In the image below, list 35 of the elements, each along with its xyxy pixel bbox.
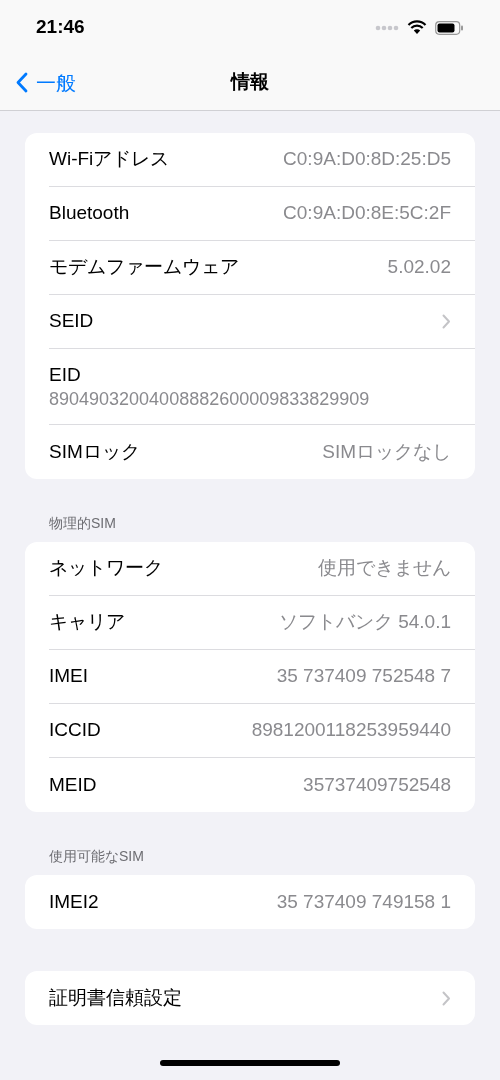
back-button[interactable]: 一般 [0, 67, 76, 98]
chevron-icon [442, 990, 451, 1006]
row-label: モデムファームウェア [49, 255, 239, 280]
row-value: 89049032004008882600009833829909 [49, 387, 371, 411]
settings-row[interactable]: SEID [49, 295, 475, 349]
row-value: C0:9A:D0:8E:5C:2F [283, 201, 451, 226]
row-value: 5.02.02 [387, 255, 451, 280]
row-label: SIMロック [49, 439, 140, 464]
row-value: 使用できません [318, 556, 451, 581]
row-value: 8981200118253959440 [251, 718, 451, 743]
row-value: 35 737409 752548 7 [276, 664, 451, 689]
row-label: IMEI2 [49, 889, 99, 914]
row-label: IMEI [49, 664, 89, 689]
row-label: Wi-Fiアドレス [49, 147, 170, 172]
signal-icon [375, 24, 399, 31]
section-header: 物理的SIM [49, 514, 117, 533]
row-value: 35737409752548 [303, 772, 451, 797]
row-label: ICCID [49, 718, 101, 743]
row-label: EID [49, 362, 82, 387]
row-value: 35 737409 749158 1 [276, 889, 451, 914]
wifi-icon [407, 20, 427, 35]
row-value: ソフトバンク 54.0.1 [278, 610, 451, 635]
row-value: SIMロックなし [322, 439, 451, 464]
section-header: 使用可能なSIM [49, 847, 145, 866]
settings-row[interactable]: 証明書信頼設定 [49, 971, 475, 1025]
row-label: キャリア [49, 610, 125, 635]
row-label: ネットワーク [49, 556, 163, 581]
battery-icon [435, 20, 464, 35]
row-value: C0:9A:D0:8D:25:D5 [283, 147, 451, 172]
chevron-icon [442, 314, 451, 329]
status-time: 21:46 [36, 15, 85, 40]
row-label: MEID [49, 772, 97, 797]
page-title: 情報 [231, 70, 269, 95]
row-label: Bluetooth [49, 201, 130, 226]
back-chevron-icon [16, 72, 28, 93]
